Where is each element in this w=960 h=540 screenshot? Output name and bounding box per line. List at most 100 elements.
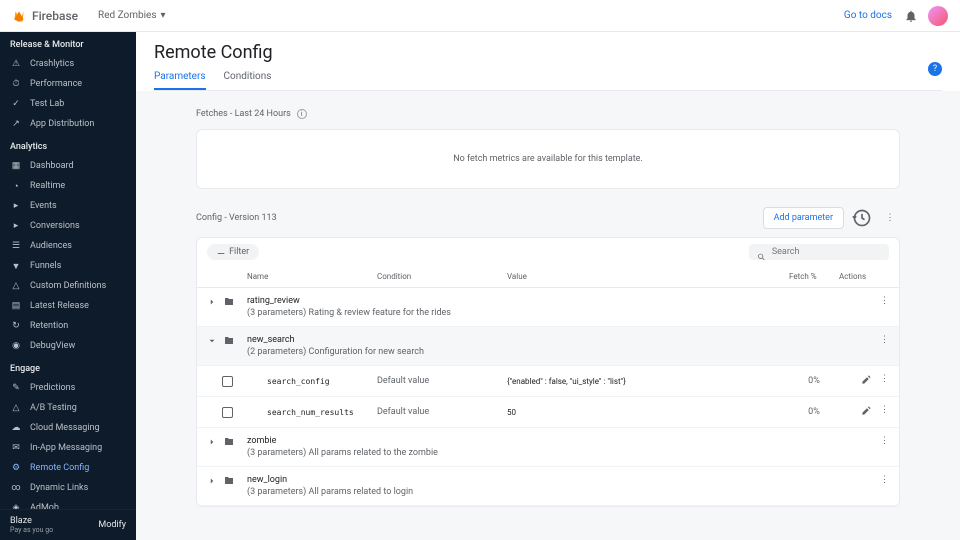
sidebar-item[interactable]: ▼ Funnels xyxy=(0,256,136,276)
param-condition: Default value xyxy=(377,376,507,386)
firebase-logo[interactable]: Firebase xyxy=(12,9,78,23)
sidebar-item[interactable]: ▤Latest Release xyxy=(0,296,136,316)
sidebar-item[interactable]: ▸ Events xyxy=(0,196,136,216)
sidebar-item[interactable]: ⏱ Performance xyxy=(0,74,136,94)
sidebar-item[interactable]: ☁ Cloud Messaging xyxy=(0,418,136,438)
sidebar-icon: ◔ xyxy=(10,180,22,192)
chevron-right-icon[interactable] xyxy=(207,476,217,489)
sidebar-label: Cloud Messaging xyxy=(30,423,100,433)
flame-icon xyxy=(12,9,26,23)
sidebar-label: Funnels xyxy=(30,261,61,271)
folder-icon xyxy=(223,475,235,490)
docs-link[interactable]: Go to docs xyxy=(844,10,892,21)
sidebar-icon: △ xyxy=(10,402,22,414)
main-content: Remote Config ? Parameters Conditions Fet… xyxy=(136,32,960,540)
chevron-down-icon[interactable] xyxy=(207,336,217,349)
param-row: search_config Default value {"enabled" :… xyxy=(197,366,899,397)
sidebar-icon: ⚙ xyxy=(10,462,22,474)
sidebar-icon: ☁ xyxy=(10,422,22,434)
sidebar-icon: ↗ xyxy=(10,118,22,130)
plan-name: Blaze xyxy=(10,516,53,526)
sidebar-item[interactable]: ▸Conversions xyxy=(0,216,136,236)
param-name: search_config xyxy=(247,377,377,386)
group-row: new_login (3 parameters) All params rela… xyxy=(197,467,899,506)
sidebar-icon: ▦ xyxy=(10,160,22,172)
more-icon[interactable]: ⋮ xyxy=(880,475,889,485)
folder-icon xyxy=(223,335,235,350)
sidebar-item[interactable]: ◔ Realtime xyxy=(0,176,136,196)
filter-button[interactable]: ⚊ Filter xyxy=(207,244,259,260)
edit-icon[interactable] xyxy=(861,405,872,419)
page-title: Remote Config xyxy=(154,42,942,63)
sidebar-item[interactable]: ✉In-App Messaging xyxy=(0,438,136,458)
sidebar-icon: ☰ xyxy=(10,240,22,252)
sidebar-item[interactable]: ✓Test Lab xyxy=(0,94,136,114)
checkbox[interactable] xyxy=(222,407,233,418)
project-name: Red Zombies xyxy=(98,10,156,21)
param-condition: Default value xyxy=(377,407,507,417)
sidebar-label: Custom Definitions xyxy=(30,281,106,291)
sidebar-item[interactable]: ◉DebugView xyxy=(0,336,136,356)
group-row: new_search (2 parameters) Configuration … xyxy=(197,327,899,366)
search-input[interactable] xyxy=(772,247,881,257)
sidebar-item[interactable]: △A/B Testing xyxy=(0,398,136,418)
param-value: {"enabled" : false, "ui_style" : "list"} xyxy=(507,377,789,386)
edit-icon[interactable] xyxy=(861,374,872,388)
brand-text: Firebase xyxy=(32,9,78,23)
more-icon[interactable]: ⋮ xyxy=(880,374,889,388)
info-icon[interactable]: i xyxy=(297,109,307,119)
project-selector[interactable]: Red Zombies ▾ xyxy=(98,10,166,21)
more-icon[interactable]: ⋮ xyxy=(880,405,889,419)
more-icon[interactable]: ⋮ xyxy=(880,436,889,446)
sidebar-icon: ▸ xyxy=(10,200,22,212)
group-name: rating_review (3 parameters) Rating & re… xyxy=(247,296,627,318)
sidebar-item[interactable]: ↗App Distribution xyxy=(0,114,136,134)
sidebar-icon: ◉ xyxy=(10,340,22,352)
tab[interactable]: Conditions xyxy=(224,71,272,90)
sidebar-icon: ✎ xyxy=(10,382,22,394)
sidebar-icon: ∞ xyxy=(10,482,22,494)
chevron-right-icon[interactable] xyxy=(207,297,217,310)
chevron-down-icon: ▾ xyxy=(161,10,166,21)
sidebar-item[interactable]: ∞Dynamic Links xyxy=(0,478,136,498)
sidebar-icon: ✓ xyxy=(10,98,22,110)
config-version: Config - Version 113 xyxy=(196,213,277,223)
help-icon[interactable]: ? xyxy=(928,62,942,76)
sidebar-item[interactable]: ↻Retention xyxy=(0,316,136,336)
sidebar-icon: ⏱ xyxy=(10,78,22,90)
sidebar-item[interactable]: ✎ Predictions xyxy=(0,378,136,398)
sidebar-item[interactable]: ⚙Remote Config xyxy=(0,458,136,478)
history-icon[interactable] xyxy=(852,208,872,228)
sidebar-item[interactable]: ▦Dashboard xyxy=(0,156,136,176)
sidebar-item[interactable]: ☰Audiences xyxy=(0,236,136,256)
add-parameter-button[interactable]: Add parameter xyxy=(763,207,844,229)
sidebar-item[interactable]: △ Custom Definitions xyxy=(0,276,136,296)
sidebar-icon: △ xyxy=(10,280,22,292)
bell-icon[interactable] xyxy=(904,9,918,23)
param-name: search_num_results xyxy=(247,408,377,417)
param-fetch: 0% xyxy=(789,407,839,417)
plan-footer: Blaze Pay as you go Modify xyxy=(0,509,136,540)
search-icon xyxy=(757,247,766,257)
search-wrap xyxy=(749,244,889,260)
sidebar-label: Predictions xyxy=(30,383,75,393)
more-icon[interactable]: ⋮ xyxy=(880,208,900,228)
checkbox[interactable] xyxy=(222,376,233,387)
metrics-card: No fetch metrics are available for this … xyxy=(196,129,900,189)
sidebar-label: In-App Messaging xyxy=(30,443,102,453)
sidebar-label: Performance xyxy=(30,79,82,89)
more-icon[interactable]: ⋮ xyxy=(880,296,889,306)
sidebar-section-title: Release & Monitor xyxy=(0,32,136,54)
sidebar-icon: ▼ xyxy=(10,260,22,272)
more-icon[interactable]: ⋮ xyxy=(880,335,889,345)
group-row: zombie (3 parameters) All params related… xyxy=(197,428,899,467)
modify-plan-link[interactable]: Modify xyxy=(98,520,126,530)
folder-icon xyxy=(223,436,235,451)
fetches-label: Fetches - Last 24 Hours i xyxy=(196,109,930,119)
tab[interactable]: Parameters xyxy=(154,71,206,90)
chevron-right-icon[interactable] xyxy=(207,437,217,450)
sidebar-label: Events xyxy=(30,201,57,211)
sidebar-item[interactable]: ⚠Crashlytics xyxy=(0,54,136,74)
avatar[interactable] xyxy=(928,6,948,26)
sidebar-label: Realtime xyxy=(30,181,65,191)
